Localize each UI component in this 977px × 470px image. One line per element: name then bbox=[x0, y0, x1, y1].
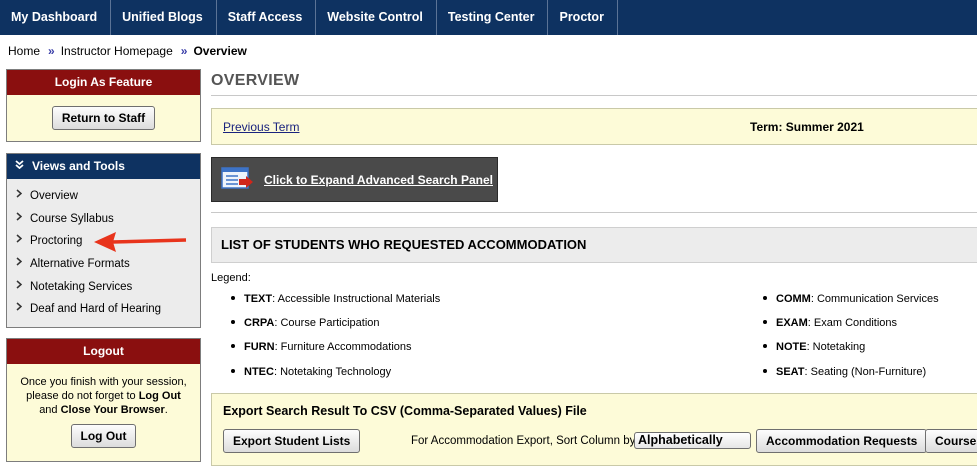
term-box: Previous Term Term: Summer 2021 bbox=[211, 108, 977, 145]
chevron-right-icon bbox=[16, 276, 23, 299]
chevron-right-icon bbox=[16, 253, 23, 276]
legend-item: FURN: Furniture Accommodations bbox=[231, 341, 412, 353]
breadcrumb-instructor-homepage[interactable]: Instructor Homepage bbox=[61, 44, 173, 58]
expand-search-label: Click to Expand Advanced Search Panel bbox=[264, 172, 493, 187]
views-item-label: Deaf and Hard of Hearing bbox=[30, 303, 162, 316]
nav-testing-center[interactable]: Testing Center bbox=[437, 0, 549, 35]
courses-button[interactable]: Courses bbox=[925, 429, 977, 453]
views-item-deaf-hard-of-hearing[interactable]: Deaf and Hard of Hearing bbox=[7, 298, 200, 321]
logout-title: Logout bbox=[7, 339, 200, 364]
login-as-body: Return to Staff bbox=[7, 95, 200, 141]
logout-message-line3: and Close Your Browser. bbox=[39, 404, 168, 416]
logout-button[interactable]: Log Out bbox=[70, 424, 137, 448]
student-list-header: LIST OF STUDENTS WHO REQUESTED ACCOMMODA… bbox=[211, 227, 977, 263]
nav-my-dashboard[interactable]: My Dashboard bbox=[0, 0, 112, 35]
accommodation-requests-button[interactable]: Accommodation Requests bbox=[756, 429, 928, 453]
nav-unified-blogs[interactable]: Unified Blogs bbox=[111, 0, 217, 35]
login-as-title: Login As Feature bbox=[7, 70, 200, 95]
double-chevron-down-icon bbox=[15, 154, 24, 179]
views-item-label: Course Syllabus bbox=[30, 212, 114, 225]
sort-select-value: Alphabetically bbox=[638, 433, 723, 447]
divider bbox=[211, 95, 977, 96]
previous-term-link[interactable]: Previous Term bbox=[223, 120, 299, 134]
chevron-right-icon bbox=[16, 185, 23, 208]
legend-item: NTEC: Notetaking Technology bbox=[231, 366, 391, 378]
legend-item: CRPA: Course Participation bbox=[231, 317, 380, 329]
logout-panel: Logout Once you finish with your session… bbox=[6, 338, 201, 462]
legend-item: NOTE: Notetaking bbox=[763, 341, 865, 353]
breadcrumb-current: Overview bbox=[193, 44, 247, 58]
logout-message-line1: Once you finish with your session, bbox=[20, 376, 187, 388]
views-item-label: Notetaking Services bbox=[30, 280, 133, 293]
chevron-right-icon bbox=[16, 208, 23, 231]
export-student-lists-button[interactable]: Export Student Lists bbox=[223, 429, 361, 453]
legend-item: TEXT: Accessible Instructional Materials bbox=[231, 293, 440, 305]
views-tools-title: Views and Tools bbox=[32, 159, 125, 173]
breadcrumb: Home » Instructor Homepage » Overview bbox=[8, 44, 247, 58]
nav-proctor[interactable]: Proctor bbox=[548, 0, 618, 35]
views-tools-header[interactable]: Views and Tools bbox=[7, 154, 200, 179]
breadcrumb-home[interactable]: Home bbox=[8, 44, 40, 58]
legend-item: COMM: Communication Services bbox=[763, 293, 939, 305]
nav-staff-access[interactable]: Staff Access bbox=[217, 0, 317, 35]
page-title: OVERVIEW bbox=[211, 72, 300, 89]
export-title: Export Search Result To CSV (Comma-Separ… bbox=[223, 404, 587, 418]
views-item-overview[interactable]: Overview bbox=[7, 185, 200, 208]
red-arrow-annotation bbox=[94, 232, 187, 252]
logout-body: Once you finish with your session, pleas… bbox=[7, 364, 200, 461]
search-panel-icon bbox=[221, 166, 253, 189]
nav-website-control[interactable]: Website Control bbox=[316, 0, 437, 35]
views-item-label: Proctoring bbox=[30, 235, 83, 248]
breadcrumb-separator: » bbox=[48, 44, 55, 58]
return-to-staff-button[interactable]: Return to Staff bbox=[51, 106, 156, 130]
views-item-course-syllabus[interactable]: Course Syllabus bbox=[7, 208, 200, 231]
chevron-right-icon bbox=[16, 230, 23, 253]
legend-item: SEAT: Seating (Non-Furniture) bbox=[763, 366, 926, 378]
breadcrumb-separator: » bbox=[180, 44, 188, 58]
logout-message-line2: please do not forget to Log Out bbox=[26, 390, 181, 402]
legend-item: EXAM: Exam Conditions bbox=[763, 317, 897, 329]
sort-column-select[interactable]: Alphabetically bbox=[634, 432, 751, 449]
sort-column-label: For Accommodation Export, Sort Column by… bbox=[411, 435, 639, 447]
divider bbox=[211, 212, 977, 213]
chevron-right-icon bbox=[16, 298, 23, 321]
views-item-label: Overview bbox=[30, 190, 78, 202]
top-nav: My Dashboard Unified Blogs Staff Access … bbox=[0, 0, 977, 35]
views-item-alternative-formats[interactable]: Alternative Formats bbox=[7, 253, 200, 276]
views-item-notetaking-services[interactable]: Notetaking Services bbox=[7, 276, 200, 299]
login-as-panel: Login As Feature Return to Staff bbox=[6, 69, 201, 142]
expand-search-panel-button[interactable]: Click to Expand Advanced Search Panel bbox=[211, 157, 498, 202]
legend-label: Legend: bbox=[211, 272, 251, 284]
views-item-label: Alternative Formats bbox=[30, 258, 130, 271]
export-box: Export Search Result To CSV (Comma-Separ… bbox=[211, 393, 977, 466]
current-term: Term: Summer 2021 bbox=[750, 119, 864, 134]
